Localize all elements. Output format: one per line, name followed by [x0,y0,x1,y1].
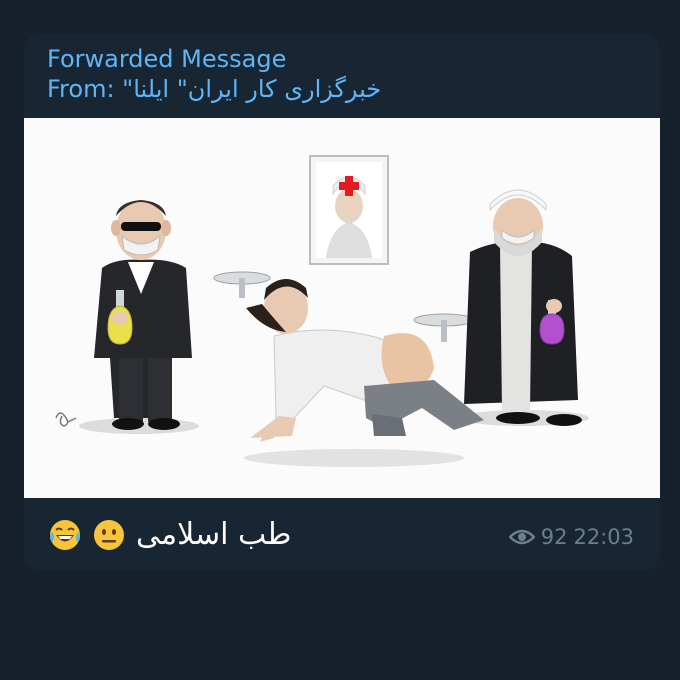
cleric [464,189,582,426]
message-image[interactable] [24,118,660,498]
forward-source[interactable]: From: "خبرگزاری کار ایران" ایلنا [47,74,381,104]
message-time: 22:03 [573,525,634,549]
forward-header[interactable]: Forwarded Message From: "خبرگزاری کار ای… [47,44,381,104]
message-meta: 92 22:03 [508,524,634,550]
view-count: 92 [540,525,568,549]
cartoon-illustration [55,155,589,467]
message-caption-row: طب اسلامی 92 22:03 [24,502,660,570]
kneeling-man [213,271,484,442]
grinning-face-with-tears-icon [50,520,80,550]
bowl-on-back [413,313,475,342]
caption-text: طب اسلامی [136,517,292,552]
eye-icon [508,529,535,545]
man-in-suit [94,200,192,430]
bowl-on-head [213,271,271,298]
artist-signature [55,412,77,427]
neutral-face-icon [94,520,124,550]
forward-title: Forwarded Message [47,45,287,73]
message-bubble[interactable]: Forwarded Message From: "خبرگزاری کار ای… [24,34,660,570]
wall-poster [309,155,389,265]
